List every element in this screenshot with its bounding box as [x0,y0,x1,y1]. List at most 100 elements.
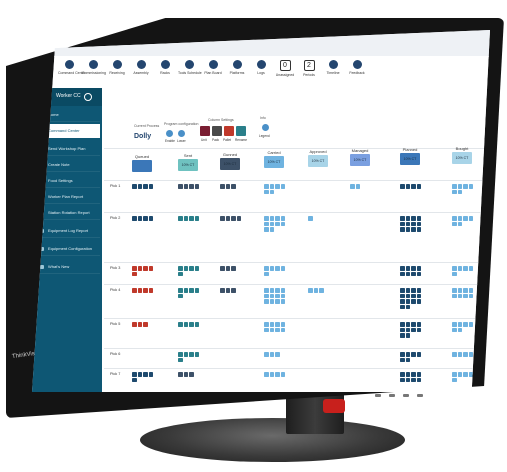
grid-cell[interactable] [411,221,416,226]
grid-cell[interactable] [183,216,188,221]
grid-cell[interactable] [405,184,410,189]
grid-cell[interactable] [468,322,473,327]
grid-cell[interactable] [183,266,188,271]
toolbar-button-platforms[interactable]: Platforms [226,60,248,75]
grid-cell[interactable] [178,184,183,189]
grid-cell[interactable] [416,327,421,332]
grid-cell[interactable] [264,216,269,221]
grid-cell[interactable] [148,184,153,189]
grid-cell[interactable] [468,216,473,221]
grid-cell[interactable] [400,327,405,332]
grid-cell[interactable] [264,221,269,226]
grid-cell[interactable] [264,327,269,332]
menu-file[interactable]: File [64,40,70,45]
grid-cell[interactable] [457,327,462,332]
grid-cell[interactable] [132,288,137,293]
grid-cell[interactable] [411,266,416,271]
legend-icon[interactable] [262,124,269,131]
grid-cell[interactable] [416,266,421,271]
grid-cell[interactable] [319,288,324,293]
grid-cell[interactable] [178,293,183,298]
toolbar-button-commissioning[interactable]: Commissioning [82,60,106,75]
grid-cell[interactable] [400,357,405,362]
grid-cell[interactable] [269,322,274,327]
column-badge[interactable]: 10% CT [452,151,472,164]
grid-cell[interactable] [132,377,137,382]
grid-cell[interactable] [143,322,148,327]
grid-cell[interactable] [405,266,410,271]
grid-cell[interactable] [137,216,142,221]
grid-cell[interactable] [411,216,416,221]
grid-cell[interactable] [280,322,285,327]
column-swatch-unit[interactable] [200,126,210,136]
grid-cell[interactable] [225,216,230,221]
grid-cell[interactable] [137,322,142,327]
grid-cell[interactable] [416,184,421,189]
grid-cell[interactable] [452,352,457,357]
grid-cell[interactable] [269,327,274,332]
grid-cell[interactable] [400,333,405,338]
enable-icon[interactable] [166,130,173,137]
toolbar-button-plan-board[interactable]: Plan Board [202,60,224,75]
toolbar-button-logs[interactable]: Logs [250,60,272,75]
grid-cell[interactable] [143,266,148,271]
grid-cell[interactable] [400,216,405,221]
grid-cell[interactable] [264,372,269,377]
grid-cell[interactable] [411,377,416,382]
grid-cell[interactable] [416,299,421,304]
column-badge[interactable]: 10% CT [264,156,284,169]
grid-cell[interactable] [148,266,153,271]
grid-cell[interactable] [269,184,274,189]
grid-cell[interactable] [269,288,274,293]
grid-cell[interactable] [405,322,410,327]
grid-cell[interactable] [452,372,457,377]
grid-cell[interactable] [143,372,148,377]
grid-cell[interactable] [280,184,285,189]
grid-cell[interactable] [269,266,274,271]
grid-cell[interactable] [400,322,405,327]
grid-cell[interactable] [452,327,457,332]
grid-cell[interactable] [463,352,468,357]
grid-cell[interactable] [405,288,410,293]
grid-cell[interactable] [416,288,421,293]
grid-cell[interactable] [264,184,269,189]
toolbar-button-timeline[interactable]: Timeline [322,60,344,75]
grid-cell[interactable] [183,352,188,357]
grid-cell[interactable] [411,299,416,304]
grid-cell[interactable] [463,322,468,327]
grid-cell[interactable] [264,271,269,276]
grid-cell[interactable] [416,352,421,357]
grid-cell[interactable] [143,184,148,189]
grid-cell[interactable] [411,288,416,293]
grid-cell[interactable] [411,322,416,327]
column-badge[interactable]: 10% CT [178,158,198,171]
grid-cell[interactable] [132,184,137,189]
grid-cell[interactable] [264,227,269,232]
grid-cell[interactable] [452,184,457,189]
grid-cell[interactable] [183,322,188,327]
grid-cell[interactable] [411,293,416,298]
grid-cell[interactable] [457,293,462,298]
grid-cell[interactable] [132,266,137,271]
grid-cell[interactable] [194,288,199,293]
grid-cell[interactable] [178,322,183,327]
grid-cell[interactable] [225,288,230,293]
grid-cell[interactable] [275,184,280,189]
collapse-icon[interactable] [84,93,92,101]
grid-cell[interactable] [416,293,421,298]
grid-cell[interactable] [405,327,410,332]
toolbar-button-racks[interactable]: Racks [154,60,176,75]
grid-cell[interactable] [405,357,410,362]
grid-cell[interactable] [400,271,405,276]
grid-cell[interactable] [148,216,153,221]
grid-cell[interactable] [269,227,274,232]
grid-cell[interactable] [468,372,473,377]
grid-cell[interactable] [411,227,416,232]
grid-cell[interactable] [452,216,457,221]
sidebar-item-whats-new[interactable]: What's New [34,260,100,274]
grid-cell[interactable] [405,352,410,357]
grid-cell[interactable] [275,372,280,377]
grid-cell[interactable] [178,372,183,377]
grid-cell[interactable] [452,221,457,226]
grid-cell[interactable] [220,184,225,189]
